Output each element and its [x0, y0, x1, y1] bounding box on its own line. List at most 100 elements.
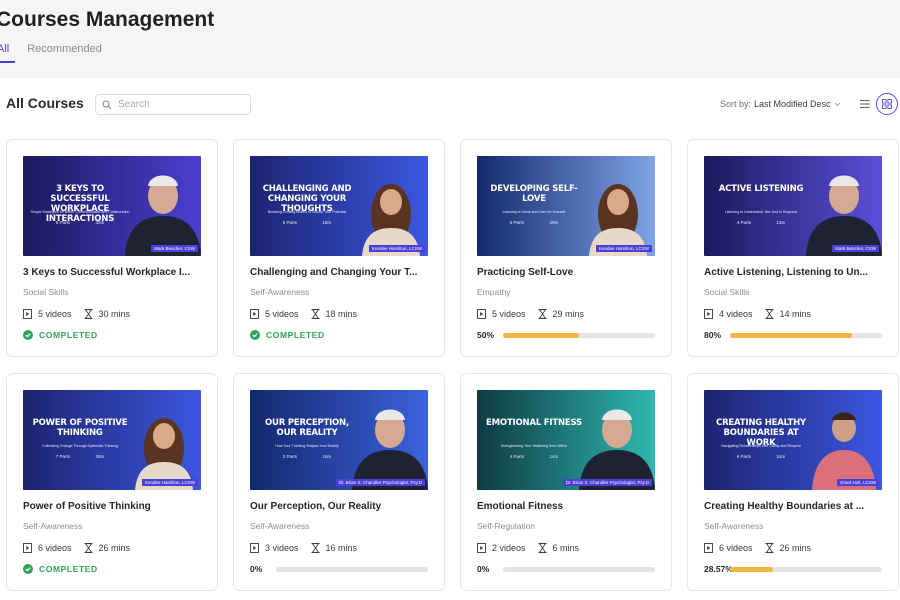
course-thumbnail[interactable]: OUR PERCEPTION, OUR REALITY How Your Thin…: [250, 390, 428, 490]
course-category: Empathy: [477, 287, 511, 297]
course-card[interactable]: 3 KEYS TO SUCCESSFUL WORKPLACE INTERACTI…: [6, 139, 218, 357]
course-card[interactable]: POWER OF POSITIVE THINKING Cultivating Ch…: [6, 373, 218, 591]
section-title: All Courses: [6, 95, 84, 111]
hourglass-icon: [538, 309, 547, 319]
course-title[interactable]: Creating Healthy Boundaries at ...: [704, 501, 886, 512]
tab-all[interactable]: All: [0, 43, 16, 63]
thumbnail-meta: 6 Parts 24m: [724, 454, 798, 459]
course-thumbnail[interactable]: CREATING HEALTHY BOUNDARIES AT WORK Navig…: [704, 390, 882, 490]
instructor-tag: Kendee Hamilton, LCSW: [141, 479, 198, 486]
grid-view-button[interactable]: [876, 93, 898, 115]
thumbnail-meta: 7 Parts 25m: [43, 454, 117, 459]
course-thumbnail[interactable]: POWER OF POSITIVE THINKING Cultivating Ch…: [23, 390, 201, 490]
video-count: 4 videos: [719, 309, 753, 319]
thumbnail-art: [477, 156, 655, 256]
tab-recommended[interactable]: Recommended: [27, 43, 102, 63]
thumbnail-parts: 5 Parts: [55, 220, 70, 225]
thumbnail-length: 14m: [549, 454, 559, 459]
progress-label: 50%: [477, 330, 495, 340]
search-box[interactable]: [95, 94, 251, 115]
course-thumbnail[interactable]: ACTIVE LISTENING Listening to Understand,…: [704, 156, 882, 256]
thumbnail-parts: 6 Parts: [736, 454, 751, 459]
hourglass-icon: [84, 309, 93, 319]
course-card[interactable]: DEVELOPING SELF-LOVE Learning to Value an…: [460, 139, 672, 357]
video-icon: [250, 309, 259, 319]
thumbnail-title: 3 KEYS TO SUCCESSFUL WORKPLACE INTERACTI…: [45, 184, 115, 224]
sort-control[interactable]: Sort by: Last Modified Desc: [720, 99, 841, 109]
video-icon: [477, 309, 486, 319]
course-stats: 5 videos 29 mins: [477, 309, 584, 319]
completed-status: COMPLETED: [250, 330, 325, 340]
thumbnail-title: POWER OF POSITIVE THINKING: [32, 418, 128, 438]
top-bar: Courses Management All Recommended: [0, 0, 900, 78]
thumbnail-meta: 5 Parts 18m: [270, 220, 344, 225]
completed-status: COMPLETED: [23, 564, 98, 574]
course-duration: 18 mins: [325, 309, 358, 319]
search-input[interactable]: [118, 99, 238, 110]
hourglass-icon: [765, 543, 774, 553]
course-thumbnail[interactable]: EMOTIONAL FITNESS Strengthening Your Well…: [477, 390, 655, 490]
thumbnail-art: [477, 390, 655, 490]
thumbnail-title: DEVELOPING SELF-LOVE: [490, 184, 578, 204]
progress-fill: [730, 332, 852, 338]
course-thumbnail[interactable]: DEVELOPING SELF-LOVE Learning to Value an…: [477, 156, 655, 256]
course-title[interactable]: Our Perception, Our Reality: [250, 501, 432, 512]
course-duration: 26 mins: [779, 543, 812, 553]
status-label: COMPLETED: [39, 564, 98, 574]
thumbnail-meta: 5 Parts 29m: [497, 220, 571, 225]
progress-bar: 0%: [250, 564, 428, 574]
course-title[interactable]: Practicing Self-Love: [477, 267, 659, 278]
thumbnail-length: 13m: [776, 220, 786, 225]
course-stats: 5 videos 30 mins: [23, 309, 130, 319]
search-icon: [102, 99, 112, 109]
course-category: Self-Regulation: [477, 521, 536, 531]
instructor-tag: Dr. Brian S. Chandler Psychologist, Psy.…: [562, 479, 652, 486]
course-card[interactable]: EMOTIONAL FITNESS Strengthening Your Well…: [460, 373, 672, 591]
course-title[interactable]: Challenging and Changing Your T...: [250, 267, 432, 278]
course-title[interactable]: Power of Positive Thinking: [23, 501, 205, 512]
thumbnail-parts: 4 Parts: [509, 454, 524, 459]
course-thumbnail[interactable]: 3 KEYS TO SUCCESSFUL WORKPLACE INTERACTI…: [23, 156, 201, 256]
check-circle-icon: [23, 330, 33, 340]
progress-fill: [503, 332, 579, 338]
thumbnail-meta: 3 Parts 16m: [270, 454, 344, 459]
progress-bar: 28.57%: [704, 564, 882, 574]
hourglass-icon: [765, 309, 774, 319]
course-thumbnail[interactable]: CHALLENGING AND CHANGING YOUR THOUGHTS Br…: [250, 156, 428, 256]
video-icon: [704, 309, 713, 319]
course-title[interactable]: Active Listening, Listening to Un...: [704, 267, 886, 278]
video-count: 2 videos: [492, 543, 526, 553]
instructor-tag: Dr. Brian S. Chandler Psychologist, Psy.…: [335, 479, 425, 486]
course-card[interactable]: CREATING HEALTHY BOUNDARIES AT WORK Navig…: [687, 373, 899, 591]
progress-label: 0%: [250, 564, 263, 574]
instructor-tag: Mark Bencher, CSW: [151, 245, 198, 252]
thumbnail-subtitle: How Your Thinking Shapes Your Reality: [275, 444, 339, 448]
video-icon: [250, 543, 259, 553]
progress-track: [276, 566, 428, 572]
instructor-tag: Kendee Hamilton, LCSW: [595, 245, 652, 252]
thumbnail-length: 24m: [776, 454, 786, 459]
thumbnail-length: 16m: [322, 454, 332, 459]
course-card[interactable]: CHALLENGING AND CHANGING YOUR THOUGHTS Br…: [233, 139, 445, 357]
list-view-icon[interactable]: [859, 98, 871, 110]
check-circle-icon: [250, 330, 260, 340]
course-category: Self-Awareness: [704, 521, 764, 531]
progress-fill: [730, 566, 774, 572]
completed-status: COMPLETED: [23, 330, 98, 340]
video-icon: [704, 543, 713, 553]
thumbnail-subtitle: Navigating Relationships with Clarity an…: [721, 444, 801, 448]
course-card[interactable]: OUR PERCEPTION, OUR REALITY How Your Thin…: [233, 373, 445, 591]
chevron-down-icon: [834, 102, 840, 106]
video-count: 5 videos: [492, 309, 526, 319]
course-card[interactable]: ACTIVE LISTENING Listening to Understand,…: [687, 139, 899, 357]
course-stats: 3 videos 16 mins: [250, 543, 357, 553]
course-title[interactable]: 3 Keys to Successful Workplace I...: [23, 267, 205, 278]
video-count: 5 videos: [38, 309, 72, 319]
progress-label: 80%: [704, 330, 722, 340]
course-stats: 6 videos 26 mins: [23, 543, 130, 553]
video-count: 6 videos: [38, 543, 72, 553]
sort-value[interactable]: Last Modified Desc: [754, 99, 831, 109]
hourglass-icon: [311, 543, 320, 553]
course-title[interactable]: Emotional Fitness: [477, 501, 659, 512]
course-duration: 30 mins: [98, 309, 131, 319]
